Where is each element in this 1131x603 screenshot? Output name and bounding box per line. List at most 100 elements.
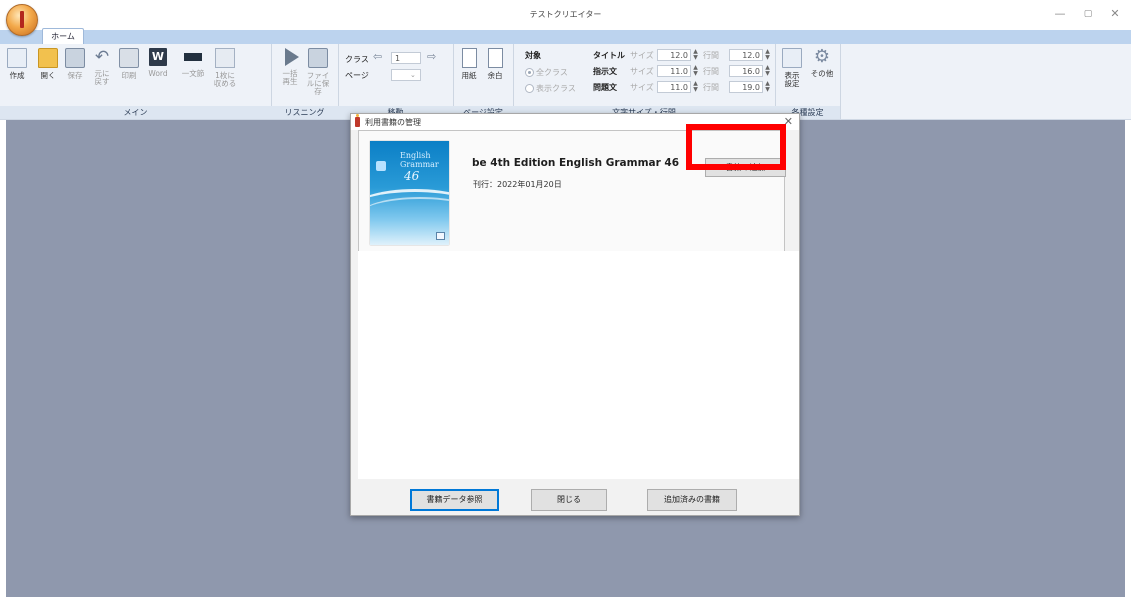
ribbon: 作成 開く 保存 ↶ 元に戻す 印刷 W Word 一文節 1枚に収める メイン… <box>0 44 1131 120</box>
margin-label: 余白 <box>487 71 503 80</box>
title-size-label: サイズ <box>630 51 654 60</box>
other-settings-button[interactable]: ⚙ その他 <box>809 48 835 78</box>
question-size-spinner[interactable]: 11.0 <box>657 81 691 93</box>
minimize-button[interactable]: — <box>1049 6 1071 22</box>
bar-icon <box>184 53 202 61</box>
instruction-spacing-label: 行間 <box>703 67 719 76</box>
save-label: 保存 <box>67 71 83 80</box>
radio-display-class[interactable] <box>525 84 534 93</box>
title-spacing-updown-icon[interactable]: ▲ ▼ <box>764 49 771 61</box>
word-button[interactable]: W Word <box>143 48 173 78</box>
added-books-button[interactable]: 追加済みの書籍 <box>647 489 737 511</box>
instruction-size-updown-icon[interactable]: ▲ ▼ <box>692 65 699 77</box>
paper-icon <box>461 48 477 68</box>
cover-wave-2 <box>370 197 449 233</box>
save-button[interactable]: 保存 <box>62 48 88 80</box>
undo-button[interactable]: ↶ 元に戻す <box>89 48 115 86</box>
question-size-updown-icon[interactable]: ▲ ▼ <box>692 81 699 93</box>
group-text-size: 対象 全クラス 表示クラス タイトル サイズ 12.0 ▲ ▼ 行間 12.0 ▲… <box>513 44 776 119</box>
print-button[interactable]: 印刷 <box>116 48 142 80</box>
add-book-button[interactable]: 書籍の追加 <box>705 158 786 177</box>
other-settings-label: その他 <box>810 69 834 78</box>
instruction-size-label: サイズ <box>630 67 654 76</box>
instruction-row-label: 指示文 <box>593 67 617 76</box>
save-disk-icon <box>65 48 85 68</box>
window-title: テストクリエイター <box>529 10 602 19</box>
paper-button[interactable]: 用紙 <box>456 48 482 80</box>
instruction-size-spinner[interactable]: 11.0 <box>657 65 691 77</box>
instruction-spacing-spinner[interactable]: 16.0 <box>729 65 763 77</box>
undo-icon: ↶ <box>94 47 110 67</box>
prev-class-arrow-icon[interactable]: ⇦ <box>373 50 382 63</box>
question-spacing-label: 行間 <box>703 83 719 92</box>
question-size-label: サイズ <box>630 83 654 92</box>
app-small-icon <box>355 114 360 127</box>
instruction-spacing-updown-icon[interactable]: ▲ ▼ <box>764 65 771 77</box>
save-file-button[interactable]: ファイルに保存 <box>305 48 331 96</box>
create-label: 作成 <box>9 71 25 80</box>
page-select[interactable] <box>391 69 421 81</box>
ichibunbu-label: 一文節 <box>181 69 205 78</box>
book-management-dialog: 利用書籍の管理 ✕ English Grammar 46 be 4th Edit… <box>350 113 800 516</box>
display-settings-icon <box>782 48 802 68</box>
play-all-label: 一括再生 <box>282 69 298 86</box>
play-all-button[interactable]: 一括再生 <box>277 48 303 86</box>
dialog-close-icon[interactable]: ✕ <box>784 115 793 128</box>
next-class-arrow-icon[interactable]: ⇨ <box>427 50 436 63</box>
fit-one-page-button[interactable]: 1枚に収める <box>212 48 238 88</box>
maximize-button[interactable]: ▢ <box>1077 6 1099 22</box>
save-file-label: ファイルに保存 <box>306 71 330 96</box>
word-label: Word <box>148 69 168 78</box>
paper-label: 用紙 <box>461 71 477 80</box>
new-document-icon <box>7 48 27 68</box>
group-settings: 表示設定 ⚙ その他 各種設定 <box>775 44 841 119</box>
open-button[interactable]: 開く <box>35 48 61 80</box>
close-dialog-button[interactable]: 閉じる <box>531 489 607 511</box>
dialog-title-bar: 利用書籍の管理 ✕ <box>351 114 799 130</box>
undo-label: 元に戻す <box>94 69 110 86</box>
question-spacing-updown-icon[interactable]: ▲ ▼ <box>764 81 771 93</box>
margin-icon <box>487 48 503 68</box>
title-spacing-spinner[interactable]: 12.0 <box>729 49 763 61</box>
margin-button[interactable]: 余白 <box>482 48 508 80</box>
question-row-label: 問題文 <box>593 83 617 92</box>
page-fit-icon <box>215 48 235 68</box>
ichibunbu-button[interactable]: 一文節 <box>176 48 210 78</box>
book-card[interactable]: English Grammar 46 be 4th Edition Englis… <box>358 130 786 252</box>
printer-icon <box>119 48 139 68</box>
book-publish-date: 刊行：2022年01月20日 <box>473 180 562 189</box>
title-size-spinner[interactable]: 12.0 <box>657 49 691 61</box>
close-button[interactable]: ✕ <box>1104 6 1126 22</box>
title-bar: テストクリエイター — ▢ ✕ <box>0 0 1131 30</box>
title-row-label: タイトル <box>593 51 625 60</box>
create-button[interactable]: 作成 <box>4 48 30 80</box>
display-settings-label: 表示設定 <box>784 71 800 88</box>
cover-number: 46 <box>404 169 420 183</box>
display-settings-button[interactable]: 表示設定 <box>779 48 805 88</box>
folder-icon <box>38 48 58 68</box>
radio-all-classes[interactable] <box>525 68 534 77</box>
target-label: 対象 <box>525 51 541 60</box>
open-label: 開く <box>40 71 56 80</box>
class-spinner[interactable]: 1 <box>391 52 421 64</box>
cover-logo <box>436 232 445 240</box>
radio-all-label: 全クラス <box>536 68 568 77</box>
class-label: クラス <box>345 55 369 64</box>
app-menu-icon[interactable] <box>6 4 38 36</box>
cover-badge-icon <box>376 161 386 171</box>
group-page-setup: 用紙 余白 ページ設定 <box>453 44 514 119</box>
title-size-updown-icon[interactable]: ▲ ▼ <box>692 49 699 61</box>
word-icon: W <box>149 48 167 66</box>
book-title: be 4th Edition English Grammar 46 <box>472 157 680 169</box>
book-list-area <box>358 251 799 479</box>
book-data-reference-button[interactable]: 書籍データ参照 <box>410 489 499 511</box>
group-main-label: メイン <box>0 106 271 119</box>
play-icon <box>285 48 299 66</box>
radio-display-label: 表示クラス <box>536 84 576 93</box>
print-label: 印刷 <box>121 71 137 80</box>
dialog-title: 利用書籍の管理 <box>365 118 421 127</box>
group-main: 作成 開く 保存 ↶ 元に戻す 印刷 W Word 一文節 1枚に収める メイン <box>0 44 272 119</box>
group-move: クラス ⇦ 1 ⇨ ページ ⌄ 移動 <box>338 44 454 119</box>
tab-home[interactable]: ホーム <box>42 28 84 45</box>
question-spacing-spinner[interactable]: 19.0 <box>729 81 763 93</box>
